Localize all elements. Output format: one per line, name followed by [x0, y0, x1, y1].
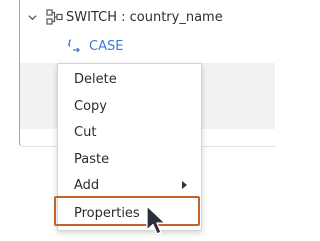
switch-label: SWITCH : country_name: [66, 9, 223, 25]
mouse-pointer-icon: [146, 205, 166, 235]
menu-item-cut[interactable]: Cut: [58, 120, 201, 144]
case-node[interactable]: CASE: [67, 38, 123, 54]
case-label: CASE: [89, 38, 124, 54]
chevron-down-icon[interactable]: [28, 13, 37, 22]
submenu-arrow-icon: [182, 181, 187, 189]
menu-item-paste[interactable]: Paste: [58, 147, 201, 171]
case-braces-icon: [67, 39, 80, 53]
menu-item-copy[interactable]: Copy: [58, 94, 201, 118]
properties-highlight-box: [54, 196, 200, 226]
switch-node-icon: [46, 9, 63, 25]
menu-item-delete[interactable]: Delete: [58, 67, 201, 91]
menu-item-add-row[interactable]: Add: [58, 173, 201, 197]
menu-item-add[interactable]: Add: [58, 173, 201, 197]
switch-node[interactable]: SWITCH : country_name: [28, 9, 223, 25]
